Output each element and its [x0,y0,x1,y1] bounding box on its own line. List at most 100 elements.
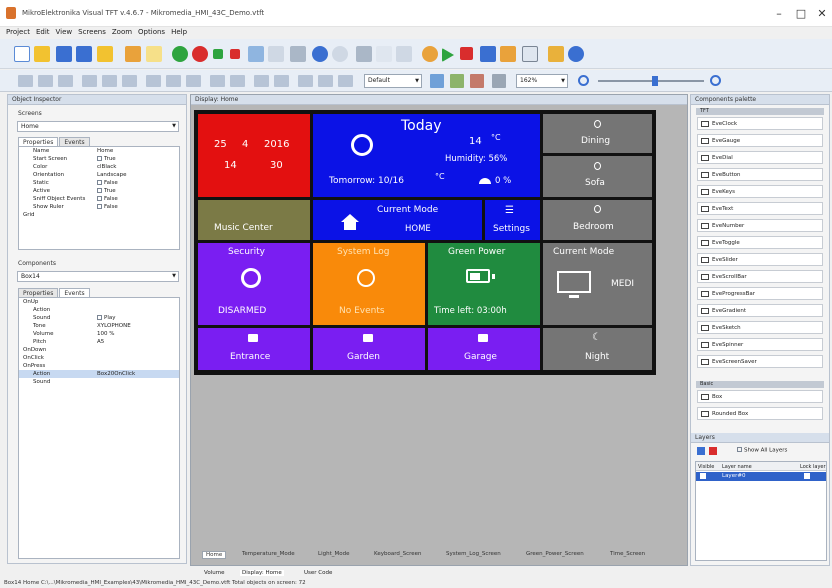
grid-icon[interactable] [338,75,353,87]
theme-icon-3[interactable] [470,74,484,88]
green-power-tile[interactable]: Green Power Time left: 03:00h [428,243,540,325]
theme-icon-2[interactable] [450,74,464,88]
tab-screen-time[interactable]: Time_Screen [610,551,645,557]
property-row[interactable]: Show Ruler False [19,203,179,211]
visible-check-icon[interactable] [700,473,706,479]
checkbox-icon[interactable] [97,187,102,193]
open-folder-icon[interactable] [97,46,113,62]
property-row[interactable]: Action Box20OnClick [19,370,179,378]
palette-item[interactable]: EveButton [697,168,823,181]
checkbox-icon[interactable] [97,203,102,209]
property-value[interactable]: Home [97,147,113,155]
edit-icon[interactable] [290,46,306,62]
menu-options[interactable]: Options [138,28,165,36]
open-project-icon[interactable] [34,46,50,62]
center-vertical-icon[interactable] [318,75,333,87]
align-center-icon[interactable] [38,75,53,87]
build-settings-icon[interactable] [422,46,438,62]
night-mode-tile[interactable]: ☾ Night [543,328,652,370]
property-row[interactable]: Sound Play [19,314,179,322]
save-all-icon[interactable] [76,46,92,62]
stop-icon[interactable] [460,47,473,60]
align-left-icon[interactable] [18,75,33,87]
generate-code-icon[interactable] [442,48,454,62]
new-project-icon[interactable] [14,46,30,62]
current-mode-tile[interactable]: Current Mode HOME [313,200,482,240]
align-right-icon[interactable] [58,75,73,87]
checkbox-icon[interactable] [97,155,102,161]
palette-item[interactable]: EveClock [697,117,823,130]
close-button[interactable]: ✕ [815,7,829,20]
note-icon[interactable] [146,46,162,62]
property-row[interactable]: Color clBlack [19,163,179,171]
menu-screens[interactable]: Screens [78,28,106,36]
export-icon[interactable] [125,46,141,62]
add-layer-icon[interactable] [697,447,705,455]
same-size-icon[interactable] [186,75,201,87]
palette-item[interactable]: EveScreenSaver [697,355,823,368]
property-row[interactable]: Sniff Object Events False [19,195,179,203]
menu-help[interactable]: Help [171,28,187,36]
show-all-layers[interactable]: Show All Layers [737,447,787,454]
palette-item[interactable]: Rounded Box [697,407,823,420]
maximize-button[interactable]: □ [794,7,808,20]
music-center-tile[interactable]: Music Center [198,200,310,240]
property-category[interactable]: OnUp [19,298,179,306]
property-row[interactable]: Tone XYLOPHONE [19,322,179,330]
weather-tile[interactable]: Today 14 °C Humidity: 56% Tomorrow: 10/1… [313,114,540,197]
move-down-icon[interactable] [213,49,223,59]
screen-properties-icon[interactable] [248,46,264,62]
zoom-slider-thumb[interactable] [652,76,658,86]
property-category[interactable]: OnClick [19,354,179,362]
send-back-icon[interactable] [230,75,245,87]
garden-lock-tile[interactable]: Garden [313,328,425,370]
property-row[interactable]: Pitch A5 [19,338,179,346]
undo-icon[interactable] [312,46,328,62]
property-value[interactable]: 100 % [97,330,114,338]
property-row[interactable]: Name Home [19,147,179,155]
tab-screen-keyboard[interactable]: Keyboard_Screen [374,551,422,557]
component-select[interactable]: Box14 ▼ [17,271,179,282]
remove-screen-icon[interactable] [192,46,208,62]
date-time-tile[interactable]: 25 4 2016 14 30 [198,114,310,197]
property-value[interactable]: XYLOPHONE [97,322,131,330]
property-category[interactable]: Grid [19,211,179,219]
settings-tile[interactable]: ☰ Settings [485,200,540,240]
center-horizontal-icon[interactable] [298,75,313,87]
style-combo[interactable]: Default ▼ [364,74,422,88]
property-value[interactable]: Landscape [97,171,127,179]
options-icon[interactable] [548,46,564,62]
space-vertical-icon[interactable] [274,75,289,87]
property-value[interactable]: False [97,179,118,187]
palette-item[interactable]: EveSlider [697,253,823,266]
property-value[interactable]: False [97,203,118,211]
property-value[interactable]: clBlack [97,163,116,171]
minimize-button[interactable]: – [772,7,786,20]
same-height-icon[interactable] [166,75,181,87]
checkbox-icon[interactable] [97,195,102,201]
current-mode-media-tile[interactable]: Current Mode MEDI [543,243,652,325]
analyze-icon[interactable] [480,46,496,62]
palette-item[interactable]: EveText [697,202,823,215]
paste-icon[interactable] [396,46,412,62]
sofa-light-tile[interactable]: Sofa [543,156,652,197]
cut-icon[interactable] [356,46,372,62]
align-middle-icon[interactable] [102,75,117,87]
property-row[interactable]: Volume 100 % [19,330,179,338]
fullscreen-icon[interactable] [522,46,538,62]
tab-screen-system-log[interactable]: System_Log_Screen [446,551,501,557]
same-width-icon[interactable] [146,75,161,87]
redo-icon[interactable] [332,46,348,62]
save-icon[interactable] [56,46,72,62]
copy-icon[interactable] [376,46,392,62]
tab-screen-temperature[interactable]: Temperature_Mode [242,551,295,557]
tab-view-user-code[interactable]: User Code [304,570,332,576]
theme-icon-1[interactable] [430,74,444,88]
palette-item[interactable]: EveDial [697,151,823,164]
palette-item[interactable]: EveGauge [697,134,823,147]
property-row[interactable]: Start Screen True [19,155,179,163]
lock-check-icon[interactable] [804,473,810,479]
bedroom-light-tile[interactable]: Bedroom [543,200,652,240]
palette-item[interactable]: Box [697,390,823,403]
checkbox-icon[interactable] [97,179,102,185]
